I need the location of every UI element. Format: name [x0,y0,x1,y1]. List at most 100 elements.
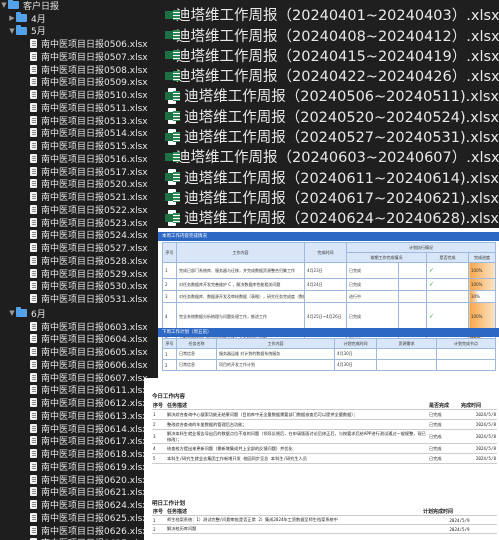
tree-file[interactable]: 南中医项目日报0522.xlsx [0,203,158,216]
tree-file-label: 南中医项目日报0524.xlsx [41,231,148,242]
table-cell [426,290,469,303]
tree-file[interactable]: 南中医项目日报0514.xlsx [0,127,158,140]
tree-file[interactable]: 南中医项目日报0625.xlsx [0,511,158,524]
table-cell: 1 [152,515,166,525]
tree-file[interactable]: 南中医项目日报0531.xlsx [0,292,158,305]
table-cell: 已完成 [346,262,399,279]
tree-file-label: 南中医项目日报0509.xlsx [41,78,148,89]
tree-file[interactable]: 南中医项目日报0524.xlsx [0,229,158,242]
xlsx-file-name: 迪塔维工作周报（20240422~20240426）.xlsx [176,69,499,86]
tree-file[interactable]: 南中医项目日报0510.xlsx [0,88,158,101]
document-icon [30,359,37,369]
chevron-down-icon[interactable]: ▼ [8,27,16,35]
header-cell: 工作内容 [176,242,305,263]
tree-file[interactable]: 南中医项目日报0506.xlsx [0,37,158,50]
table-cell: 解决校历库问题 [166,524,422,534]
tree-file[interactable]: 南中医项目日报0621.xlsx [0,486,158,498]
table-row: 3 解决本科生就业报告导出后的数据点位不准的问题（领导反馈后，在申请版面讨论后修正… [152,429,497,444]
tree-folder-label: 6月 [31,309,46,320]
xlsx-file-name: 迪塔维工作周报（20240506~20240511).xlsx [184,89,499,106]
today-work-table: 序号 任务描述 是否完成 完成时间 1 解决综合查询中心搜索功能无结果问题（目前库中无全量… [152,401,497,464]
tree-file-label: 南中医项目日报0520.xlsx [41,180,148,191]
table-cell: 100% [468,302,496,331]
tree-file[interactable]: 南中医项目日报0523.xlsx [0,216,158,229]
xlsx-file-name: 迪塔维工作周报（20240603~20240607）.xlsx [176,150,499,167]
tree-file[interactable]: 南中医项目日报0612.xlsx [0,396,158,409]
table-row: 5 本科生/研究生就业去集团工作新增开发 校园同步至总 本科生/研究生人员 已完成 2… [152,453,497,464]
tree-file[interactable]: 南中医项目日报0614.xlsx [0,422,158,435]
header-cell: 序号 [152,401,166,410]
document-icon [30,217,37,227]
tree-file[interactable]: 南中医项目日报0508.xlsx [0,63,158,76]
excel-icon [164,169,181,186]
tree-file[interactable]: 南中医项目日报0517.xlsx [0,165,158,178]
table-cell: ✓ [426,278,469,291]
tree-file[interactable]: 南中医项目日报0507.xlsx [0,50,158,63]
tree-file[interactable]: 南中医项目日报0603.xlsx [0,320,158,333]
tree-file-label: 南中医项目日报0514.xlsx [41,129,148,140]
chevron-right-icon[interactable]: ▶ [8,14,16,22]
document-icon [30,410,37,420]
document-icon [30,230,37,240]
tree-file[interactable]: 南中医项目日报0520.xlsx [0,178,158,191]
document-icon [30,141,37,151]
tree-folder[interactable]: ▼ 客户日报 [0,0,158,12]
tree-file[interactable]: 南中医项目日报0627.xlsx [0,537,158,540]
tree-file[interactable]: 南中医项目日报0606.xlsx [0,358,158,371]
document-icon [30,64,37,74]
chevron-down-icon[interactable]: ▼ [8,309,16,317]
tree-file[interactable]: 南中医项目日报0604.xlsx [0,333,158,345]
tree-file[interactable]: 南中医项目日报0613.xlsx [0,409,158,422]
table-cell: 已完成 [428,443,460,454]
table-cell: 2 [152,419,166,430]
document-icon [30,243,37,253]
table-cell [436,359,496,371]
xlsx-file-item[interactable]: 迪塔维工作周报（20240624~20240628).xlsx [158,206,499,230]
document-icon [30,525,37,535]
tree-file[interactable]: 南中医项目日报0521.xlsx [0,190,158,203]
tree-file[interactable]: 南中医项目日报0516.xlsx [0,152,158,165]
tree-file[interactable]: 南中医项目日报0511.xlsx [0,101,158,114]
tree-file[interactable]: 南中医项目日报0617.xlsx [0,435,158,447]
weekly-report-list: 迪塔维工作周报（20240401~20240403）.xlsx 迪塔维工作周报（2… [158,0,499,228]
excel-icon [164,108,181,125]
table-cell: 30% [468,290,496,303]
document-icon [30,128,37,138]
tree-file-label: 南中医项目日报0510.xlsx [41,91,148,102]
header-cell: 序号 [162,338,177,349]
table-cell: 对任务数据库开发完善维护 C ，解决数据库性能相关问题 [176,278,305,291]
tree-folder[interactable]: ▼ 5月 [0,24,158,37]
tree-file[interactable]: 南中医项目日报0619.xlsx [0,460,158,473]
tree-folder[interactable]: ▶ 4月 [0,12,158,25]
tree-file[interactable]: 南中医项目日报0513.xlsx [0,114,158,127]
tree-file[interactable]: 南中医项目日报0624.xlsx [0,498,158,511]
tree-file[interactable]: 南中医项目日报0611.xlsx [0,384,158,396]
table-cell: 100% [468,262,496,279]
tree-file[interactable]: 南中医项目日报0515.xlsx [0,139,158,152]
document-icon [30,385,37,395]
table-cell: 4 [162,302,177,331]
tree-file[interactable]: 南中医项目日报0618.xlsx [0,447,158,460]
chevron-down-icon[interactable]: ▼ [0,1,8,9]
xlsx-file-name: 迪塔维工作周报（20240611~20240614).xlsx [184,170,499,187]
tree-file[interactable]: 南中医项目日报0529.xlsx [0,267,158,280]
tree-file[interactable]: 南中医项目日报0509.xlsx [0,76,158,89]
tree-file-label: 南中医项目日报0527.xlsx [41,244,148,255]
tree-file[interactable]: 南中医项目日报0620.xlsx [0,473,158,486]
tree-file[interactable]: 南中医项目日报0530.xlsx [0,280,158,292]
tree-file[interactable]: 南中医项目日报0626.xlsx [0,524,158,537]
table-cell: 4月24日 [304,278,347,291]
table-cell: 解决本科生就业报告导出后的数据点位不准的问题（领导反馈后，在申请版面讨论后修正后… [166,429,428,444]
tree-file[interactable]: 南中医项目日报0528.xlsx [0,254,158,267]
xlsx-file-name: 迪塔维工作周报（20240624~20240628).xlsx [184,211,499,228]
table-cell: ✓ [426,262,469,279]
tree-file[interactable]: 南中医项目日报0527.xlsx [0,241,158,254]
tree-file-label: 南中医项目日报0516.xlsx [41,154,148,165]
tree-file[interactable]: 南中医项目日报0605.xlsx [0,345,158,358]
tree-file[interactable]: 南中医项目日报0607.xlsx [0,371,158,384]
section-header-this-week: 本周工作内容完成情况 [158,232,499,241]
document-icon [30,255,37,265]
table-cell: 已完成 [428,453,460,464]
tree-folder[interactable]: ▼ 6月 [0,307,158,320]
document-icon [30,372,37,382]
